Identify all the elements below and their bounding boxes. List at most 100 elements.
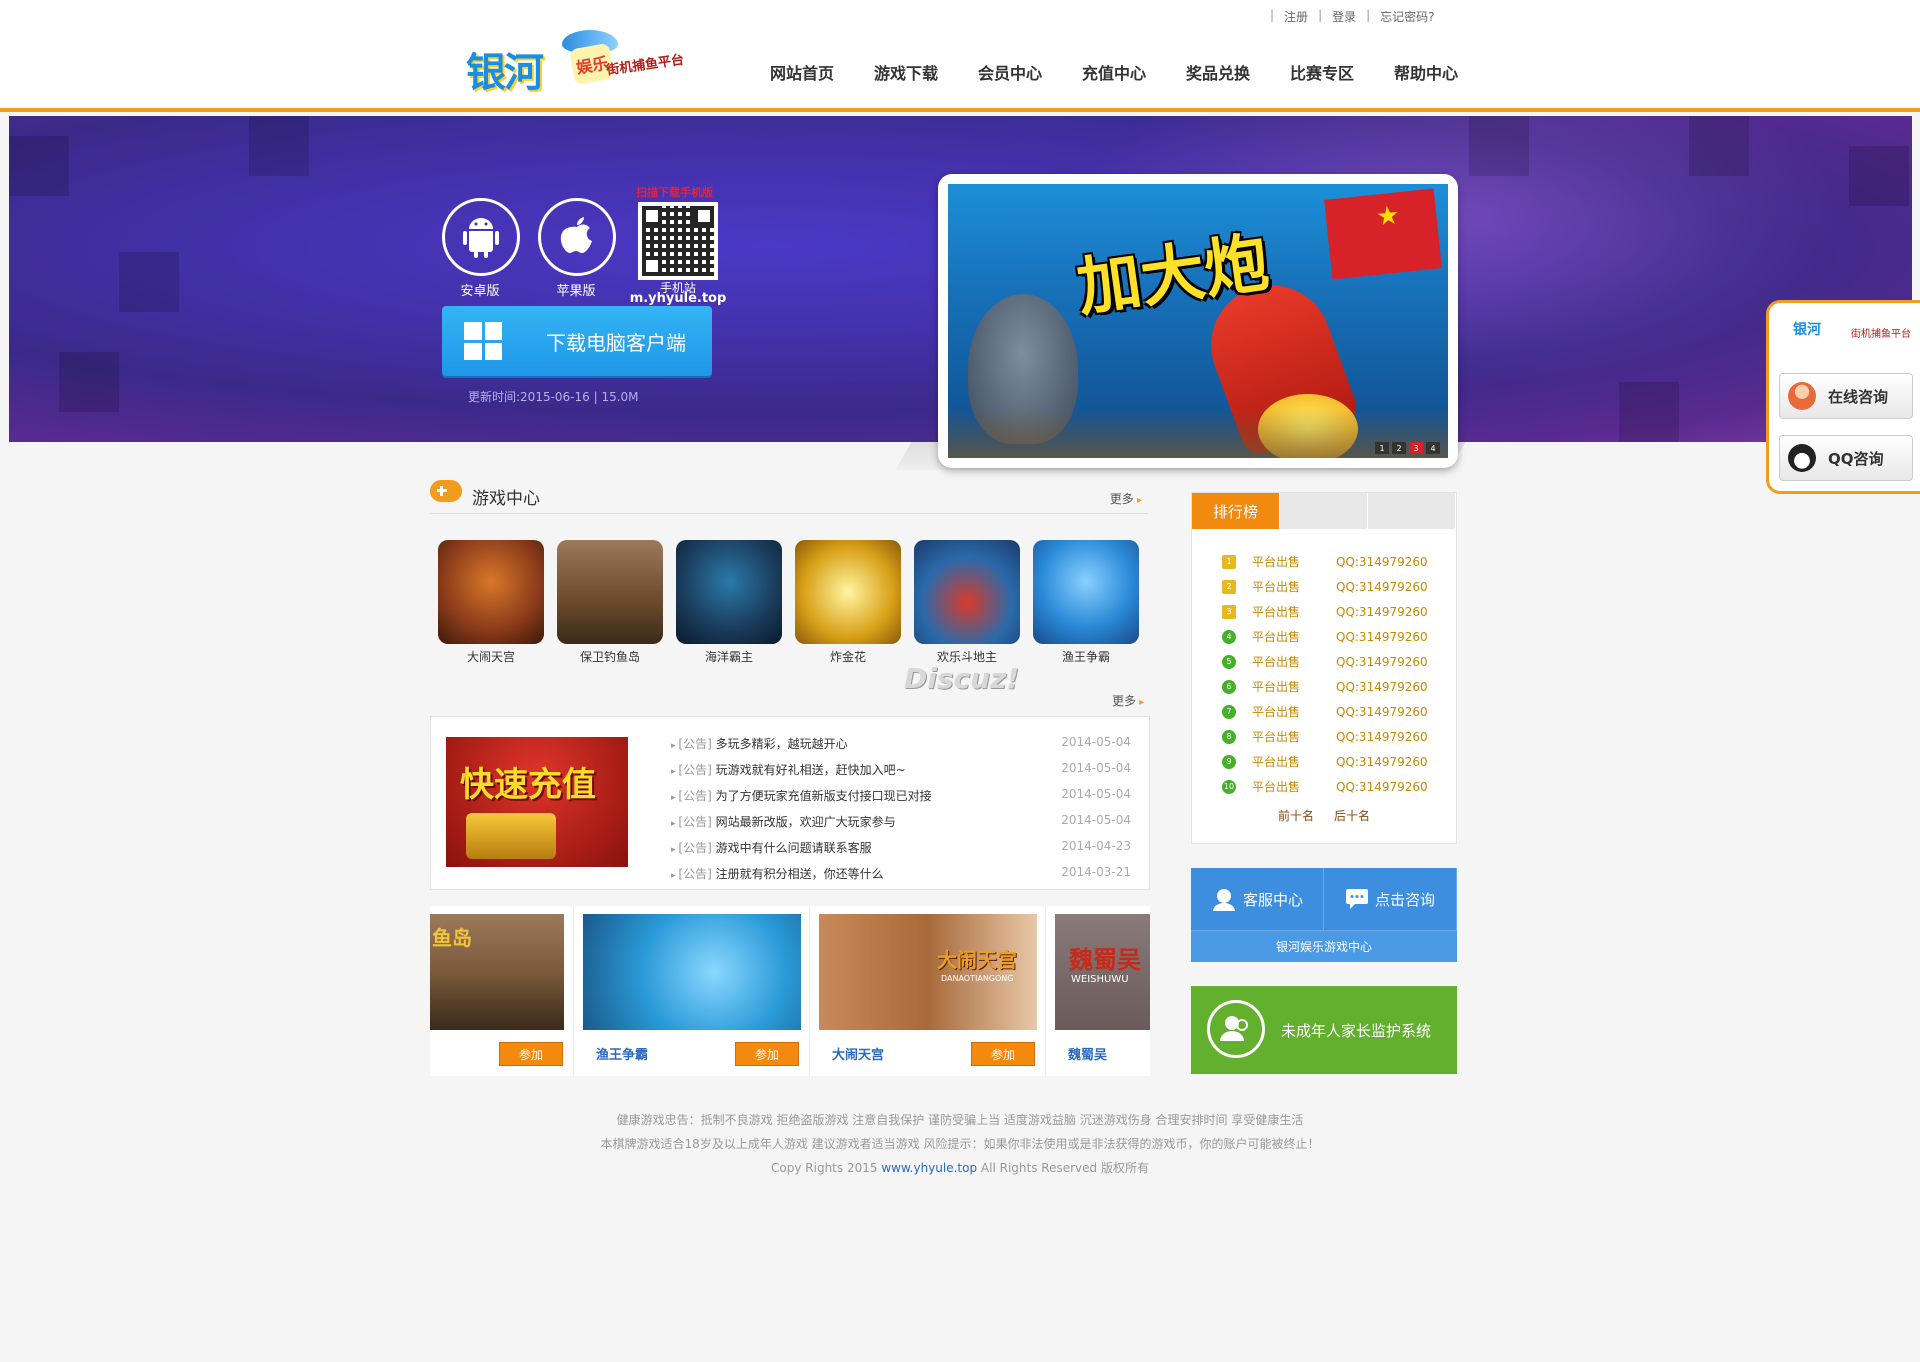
nav-help[interactable]: 帮助中心 xyxy=(1374,60,1478,84)
nav-member[interactable]: 会员中心 xyxy=(958,60,1062,84)
promo-image: 加大炮 1 2 3 4 xyxy=(948,184,1448,458)
ranking-row[interactable]: 9 平台出售 QQ:314979260 xyxy=(1222,749,1432,774)
parental-guard-button[interactable]: 未成年人家长监护系统 xyxy=(1191,986,1457,1074)
ranking-list: 1 平台出售 QQ:314979260 2 平台出售 QQ:314979260 3 平台出… xyxy=(1222,549,1432,799)
slider-dot[interactable]: 4 xyxy=(1426,442,1440,454)
join-button[interactable]: 参加 xyxy=(971,1042,1035,1066)
ranking-row[interactable]: 7 平台出售 QQ:314979260 xyxy=(1222,699,1432,724)
widget-logo: 银河 xyxy=(1793,322,1821,338)
copyright: Copy Rights 2015 www.yhyule.top All Righ… xyxy=(771,1161,1149,1175)
qr-code xyxy=(638,202,718,280)
game-icon xyxy=(557,540,663,644)
register-link[interactable]: 注册 xyxy=(1284,8,1308,25)
game-name[interactable]: 魏蜀吴 xyxy=(1068,1044,1107,1063)
game-list: 大闹天宫 保卫钓鱼岛 海洋霸主 炸金花 欢乐斗地主 渔王争霸 xyxy=(438,540,1139,665)
recommended-card: 大闹天宫 DANAOTIANGONG 大闹天宫 参加 xyxy=(810,906,1046,1076)
game-center-header: 游戏中心 更多 xyxy=(430,476,1148,514)
news-item[interactable]: [公告] 注册就有积分相送，你还等什么2014-03-21 xyxy=(671,865,1131,891)
pc-client-download-button[interactable]: 下载电脑客户端 xyxy=(442,306,712,376)
promo-slider[interactable]: 加大炮 1 2 3 4 xyxy=(938,174,1458,468)
prev-ten-button[interactable]: 前十名 xyxy=(1278,807,1314,824)
footer-site-link[interactable]: www.yhyule.top xyxy=(881,1161,977,1175)
section-title: 游戏中心 xyxy=(472,489,540,509)
news-list: [公告] 多玩多精彩，越玩越开心2014-05-04 [公告] 玩游戏就有好礼相… xyxy=(671,735,1131,891)
tab-empty[interactable] xyxy=(1280,493,1368,529)
news-item[interactable]: [公告] 多玩多精彩，越玩越开心2014-05-04 xyxy=(671,735,1131,761)
ranking-row[interactable]: 5 平台出售 QQ:314979260 xyxy=(1222,649,1432,674)
nav-recharge[interactable]: 充值中心 xyxy=(1062,60,1166,84)
gamepad-icon xyxy=(430,480,462,502)
ranking-row[interactable]: 3 平台出售 QQ:314979260 xyxy=(1222,599,1432,624)
headset-icon xyxy=(1212,889,1235,911)
slider-dot[interactable]: 2 xyxy=(1392,442,1406,454)
game-item[interactable]: 欢乐斗地主 xyxy=(914,540,1020,665)
ranking-row[interactable]: 6 平台出售 QQ:314979260 xyxy=(1222,674,1432,699)
tab-empty[interactable] xyxy=(1368,493,1456,529)
slider-dot-active[interactable]: 3 xyxy=(1409,442,1423,454)
pc-button-label: 下载电脑客户端 xyxy=(546,330,686,355)
service-footer-text: 银河娱乐游戏中心 xyxy=(1191,930,1457,962)
android-icon xyxy=(463,218,499,258)
game-banner-image: 大闹天宫 DANAOTIANGONG xyxy=(819,914,1037,1030)
customer-service-button[interactable]: 客服中心 xyxy=(1191,868,1324,930)
next-ten-button[interactable]: 后十名 xyxy=(1334,807,1370,824)
join-button[interactable]: 参加 xyxy=(499,1042,563,1066)
forgot-password-link[interactable]: 忘记密码? xyxy=(1380,8,1434,25)
news-item[interactable]: [公告] 网站最新改版，欢迎广大玩家参与2014-05-04 xyxy=(671,813,1131,839)
slider-dots: 1 2 3 4 xyxy=(1375,442,1440,454)
qq-consult-button[interactable]: QQ咨询 xyxy=(1779,435,1913,481)
game-center-more-link[interactable]: 更多 xyxy=(1110,490,1142,507)
game-item[interactable]: 渔王争霸 xyxy=(1033,540,1139,665)
click-consult-button[interactable]: 点击咨询 xyxy=(1324,868,1457,930)
ranking-row[interactable]: 4 平台出售 QQ:314979260 xyxy=(1222,624,1432,649)
mobile-url[interactable]: m.yhyule.top xyxy=(628,291,728,306)
slider-dot[interactable]: 1 xyxy=(1375,442,1389,454)
news-more-link[interactable]: 更多 xyxy=(1112,692,1144,709)
ios-download-button[interactable] xyxy=(538,198,616,276)
qr-caption: 扫描下载手机版 xyxy=(636,186,713,199)
agent-avatar-icon xyxy=(1788,382,1816,410)
guard-label: 未成年人家长监护系统 xyxy=(1281,1022,1432,1040)
login-link[interactable]: 登录 xyxy=(1332,8,1356,25)
game-name[interactable]: 渔王争霸 xyxy=(596,1044,648,1063)
chat-icon xyxy=(1345,889,1368,909)
game-icon xyxy=(914,540,1020,644)
nav-download[interactable]: 游戏下载 xyxy=(854,60,958,84)
news-item[interactable]: [公告] 玩游戏就有好礼相送，赶快加入吧~2014-05-04 xyxy=(671,761,1131,787)
quick-recharge-banner[interactable]: 快速充值 xyxy=(446,737,628,867)
join-button[interactable]: 参加 xyxy=(735,1042,799,1066)
nav-match[interactable]: 比赛专区 xyxy=(1270,60,1374,84)
game-banner-image: 魏蜀吴 WEISHUWU xyxy=(1055,914,1150,1030)
game-item[interactable]: 海洋霸主 xyxy=(676,540,782,665)
health-notice: 健康游戏忠告：抵制不良游戏 拒绝盗版游戏 注意自我保护 谨防受骗上当 适度游戏益… xyxy=(616,1113,1304,1127)
users-icon xyxy=(1207,1000,1265,1058)
site-logo[interactable]: 银河 娱乐 街机捕鱼平台 xyxy=(466,30,706,102)
game-item[interactable]: 大闹天宫 xyxy=(438,540,544,665)
android-download-button[interactable] xyxy=(442,198,520,276)
news-panel: 快速充值 [公告] 多玩多精彩，越玩越开心2014-05-04 [公告] 玩游戏… xyxy=(430,716,1150,890)
qq-penguin-icon xyxy=(1788,444,1816,472)
ranking-row[interactable]: 10 平台出售 QQ:314979260 xyxy=(1222,774,1432,799)
news-item[interactable]: [公告] 为了方便玩家充值新版支付接口现已对接2014-05-04 xyxy=(671,787,1131,813)
nav-prize[interactable]: 奖品兑换 xyxy=(1166,60,1270,84)
news-item[interactable]: [公告] 游戏中有什么问题请联系客服2014-04-23 xyxy=(671,839,1131,865)
game-name[interactable]: 大闹天宫 xyxy=(832,1044,884,1063)
game-item[interactable]: 保卫钓鱼岛 xyxy=(557,540,663,665)
tab-ranking[interactable]: 排行榜 xyxy=(1192,493,1280,529)
game-item[interactable]: 炸金花 xyxy=(795,540,901,665)
android-label: 安卓版 xyxy=(460,284,500,299)
online-consult-button[interactable]: 在线咨询 xyxy=(1779,373,1913,419)
game-icon xyxy=(676,540,782,644)
ranking-panel: 排行榜 1 平台出售 QQ:314979260 2 平台出售 QQ:314979260 … xyxy=(1191,492,1457,844)
recharge-title: 快速充值 xyxy=(460,765,596,805)
nav-home[interactable]: 网站首页 xyxy=(750,60,854,84)
ranking-tabs: 排行榜 xyxy=(1192,493,1456,529)
recommended-card: 鱼岛 参加 xyxy=(430,906,574,1076)
ranking-row[interactable]: 2 平台出售 QQ:314979260 xyxy=(1222,574,1432,599)
logo-text: 银河 xyxy=(466,49,544,96)
treasure-chest-icon xyxy=(466,813,556,859)
ranking-pagination: 前十名 后十名 xyxy=(1278,807,1370,824)
ranking-row[interactable]: 1 平台出售 QQ:314979260 xyxy=(1222,549,1432,574)
update-info: 更新时间:2015-06-16 | 15.0M xyxy=(468,390,639,404)
ranking-row[interactable]: 8 平台出售 QQ:314979260 xyxy=(1222,724,1432,749)
